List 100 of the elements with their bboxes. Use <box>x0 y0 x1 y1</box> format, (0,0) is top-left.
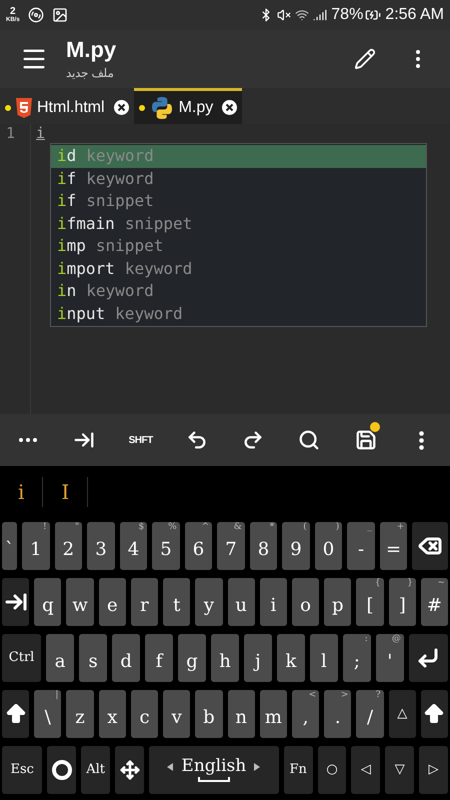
keyboard-key[interactable]: \ | <box>34 690 62 738</box>
backspace-key[interactable] <box>412 522 448 570</box>
edit-button[interactable] <box>354 48 376 70</box>
key-hint: ( <box>303 523 307 532</box>
keyboard-key[interactable]: ▽ <box>385 746 414 794</box>
keyboard-key[interactable]: Esc <box>2 746 42 794</box>
keyboard-key[interactable]: [ { <box>356 578 384 626</box>
keyboard-key[interactable]: j <box>244 634 272 682</box>
wifi-icon <box>295 8 310 22</box>
keyboard-key[interactable]: y <box>195 578 223 626</box>
space-key[interactable]: English <box>148 746 279 794</box>
keyboard-key[interactable]: b <box>195 690 223 738</box>
keyboard-key[interactable]: c <box>130 690 158 738</box>
enter-icon <box>416 646 440 670</box>
keyboard-key[interactable]: l <box>310 634 338 682</box>
search-icon <box>298 429 320 451</box>
suggestion[interactable]: i <box>0 477 44 507</box>
autocomplete-item[interactable]: in keyword <box>51 280 426 302</box>
keyboard-key[interactable]: ▷ <box>419 746 448 794</box>
keyboard-key[interactable]: 2 " <box>54 522 82 570</box>
keyboard-key[interactable]: 3 <box>87 522 115 570</box>
keyboard-key[interactable]: o <box>292 578 320 626</box>
keyboard-key[interactable]: t <box>163 578 190 626</box>
settings-key[interactable] <box>47 746 76 794</box>
python-icon <box>150 96 174 120</box>
keyboard-key[interactable]: ' @ <box>376 634 404 682</box>
keyboard-key[interactable]: u <box>228 578 255 626</box>
keyboard-key[interactable]: p <box>324 578 352 626</box>
keyboard-key[interactable]: e <box>98 578 126 626</box>
file-title: M.py <box>66 36 118 64</box>
keyboard-key[interactable]: # ~ <box>420 578 448 626</box>
keyboard-key[interactable]: 6 ^ <box>184 522 212 570</box>
keyboard-key[interactable]: 4 $ <box>120 522 148 570</box>
shift-key[interactable] <box>2 690 30 738</box>
keyboard-key[interactable]: f <box>145 634 174 682</box>
keyboard-key[interactable]: 1 ! <box>22 522 50 570</box>
key-hint: _ <box>367 523 372 532</box>
keyboard-key[interactable]: / ? <box>356 690 384 738</box>
keyboard-key[interactable]: a <box>46 634 74 682</box>
autocomplete-item[interactable]: ifmain snippet <box>51 212 426 235</box>
redo-icon <box>242 429 264 451</box>
file-tab[interactable]: M.py <box>134 88 242 124</box>
autocomplete-item[interactable]: if snippet <box>51 190 426 212</box>
autocomplete-item[interactable]: imp snippet <box>51 235 426 258</box>
keyboard-key[interactable]: 0 ) <box>314 522 342 570</box>
keyboard-key[interactable]: 9 ( <box>282 522 310 570</box>
keyboard-key[interactable]: z <box>66 690 94 738</box>
keyboard-key[interactable]: x <box>98 690 126 738</box>
keyboard-key[interactable]: w <box>66 578 94 626</box>
keyboard-key[interactable]: i <box>260 578 287 626</box>
keyboard-key[interactable]: h <box>211 634 239 682</box>
shift-key[interactable] <box>420 690 448 738</box>
keyboard-key[interactable]: m <box>260 690 287 738</box>
autocomplete-item[interactable]: id keyword <box>51 145 426 168</box>
key-hint: & <box>234 523 242 532</box>
enter-key[interactable] <box>408 634 448 682</box>
move-icon <box>120 760 140 780</box>
keyboard-key[interactable]: q <box>34 578 62 626</box>
keyboard-key[interactable]: Ctrl <box>2 634 42 682</box>
key-hint: % <box>168 523 177 532</box>
key-hint: * <box>270 523 274 532</box>
key-hint: | <box>55 691 58 700</box>
keyboard-key[interactable]: v <box>163 690 190 738</box>
keyboard-key[interactable]: Alt <box>81 746 110 794</box>
keyboard-key[interactable]: d <box>112 634 140 682</box>
keyboard-key[interactable]: ] } <box>388 578 416 626</box>
html5-icon <box>16 98 32 118</box>
keyboard-key[interactable]: s <box>79 634 108 682</box>
right-arrow-icon <box>254 762 260 770</box>
keyboard-key[interactable]: . > <box>324 690 352 738</box>
keyboard-key[interactable]: ○ <box>318 746 346 794</box>
autocomplete-item[interactable]: if keyword <box>51 168 426 190</box>
keyboard-key[interactable]: - _ <box>347 522 375 570</box>
keyboard-key[interactable]: k <box>276 634 305 682</box>
line-number: 1 <box>6 124 16 142</box>
keyboard-key[interactable]: g <box>178 634 206 682</box>
keyboard-key[interactable]: ` <box>2 522 18 570</box>
keyboard-key[interactable]: 7 & <box>217 522 245 570</box>
tab-key[interactable] <box>2 578 30 626</box>
close-tab-button[interactable] <box>222 100 238 115</box>
autocomplete-item[interactable]: import keyword <box>51 258 426 280</box>
keyboard-key[interactable]: Fn <box>284 746 313 794</box>
keyboard-key[interactable]: , < <box>292 690 320 738</box>
autocomplete-item[interactable]: input keyword <box>51 302 426 325</box>
keyboard-key[interactable]: ; : <box>342 634 371 682</box>
keyboard-key[interactable]: n <box>228 690 255 738</box>
keyboard-key[interactable]: = + <box>380 522 408 570</box>
keyboard-key[interactable]: r <box>130 578 158 626</box>
network-speed: 2 <box>10 7 16 17</box>
cursor-key[interactable] <box>115 746 144 794</box>
keyboard-key[interactable]: ◁ <box>351 746 380 794</box>
key-hint: > <box>340 691 348 700</box>
keyboard-key[interactable]: 5 % <box>152 522 180 570</box>
close-tab-button[interactable] <box>114 100 129 115</box>
shift-button[interactable]: SHFT <box>112 414 169 466</box>
keyboard-key[interactable]: 8 * <box>250 522 278 570</box>
file-tab[interactable]: Html.html <box>0 88 134 124</box>
signal-icon <box>313 8 328 22</box>
suggestion[interactable]: I <box>43 477 88 507</box>
keyboard-key[interactable]: △ <box>388 690 416 738</box>
